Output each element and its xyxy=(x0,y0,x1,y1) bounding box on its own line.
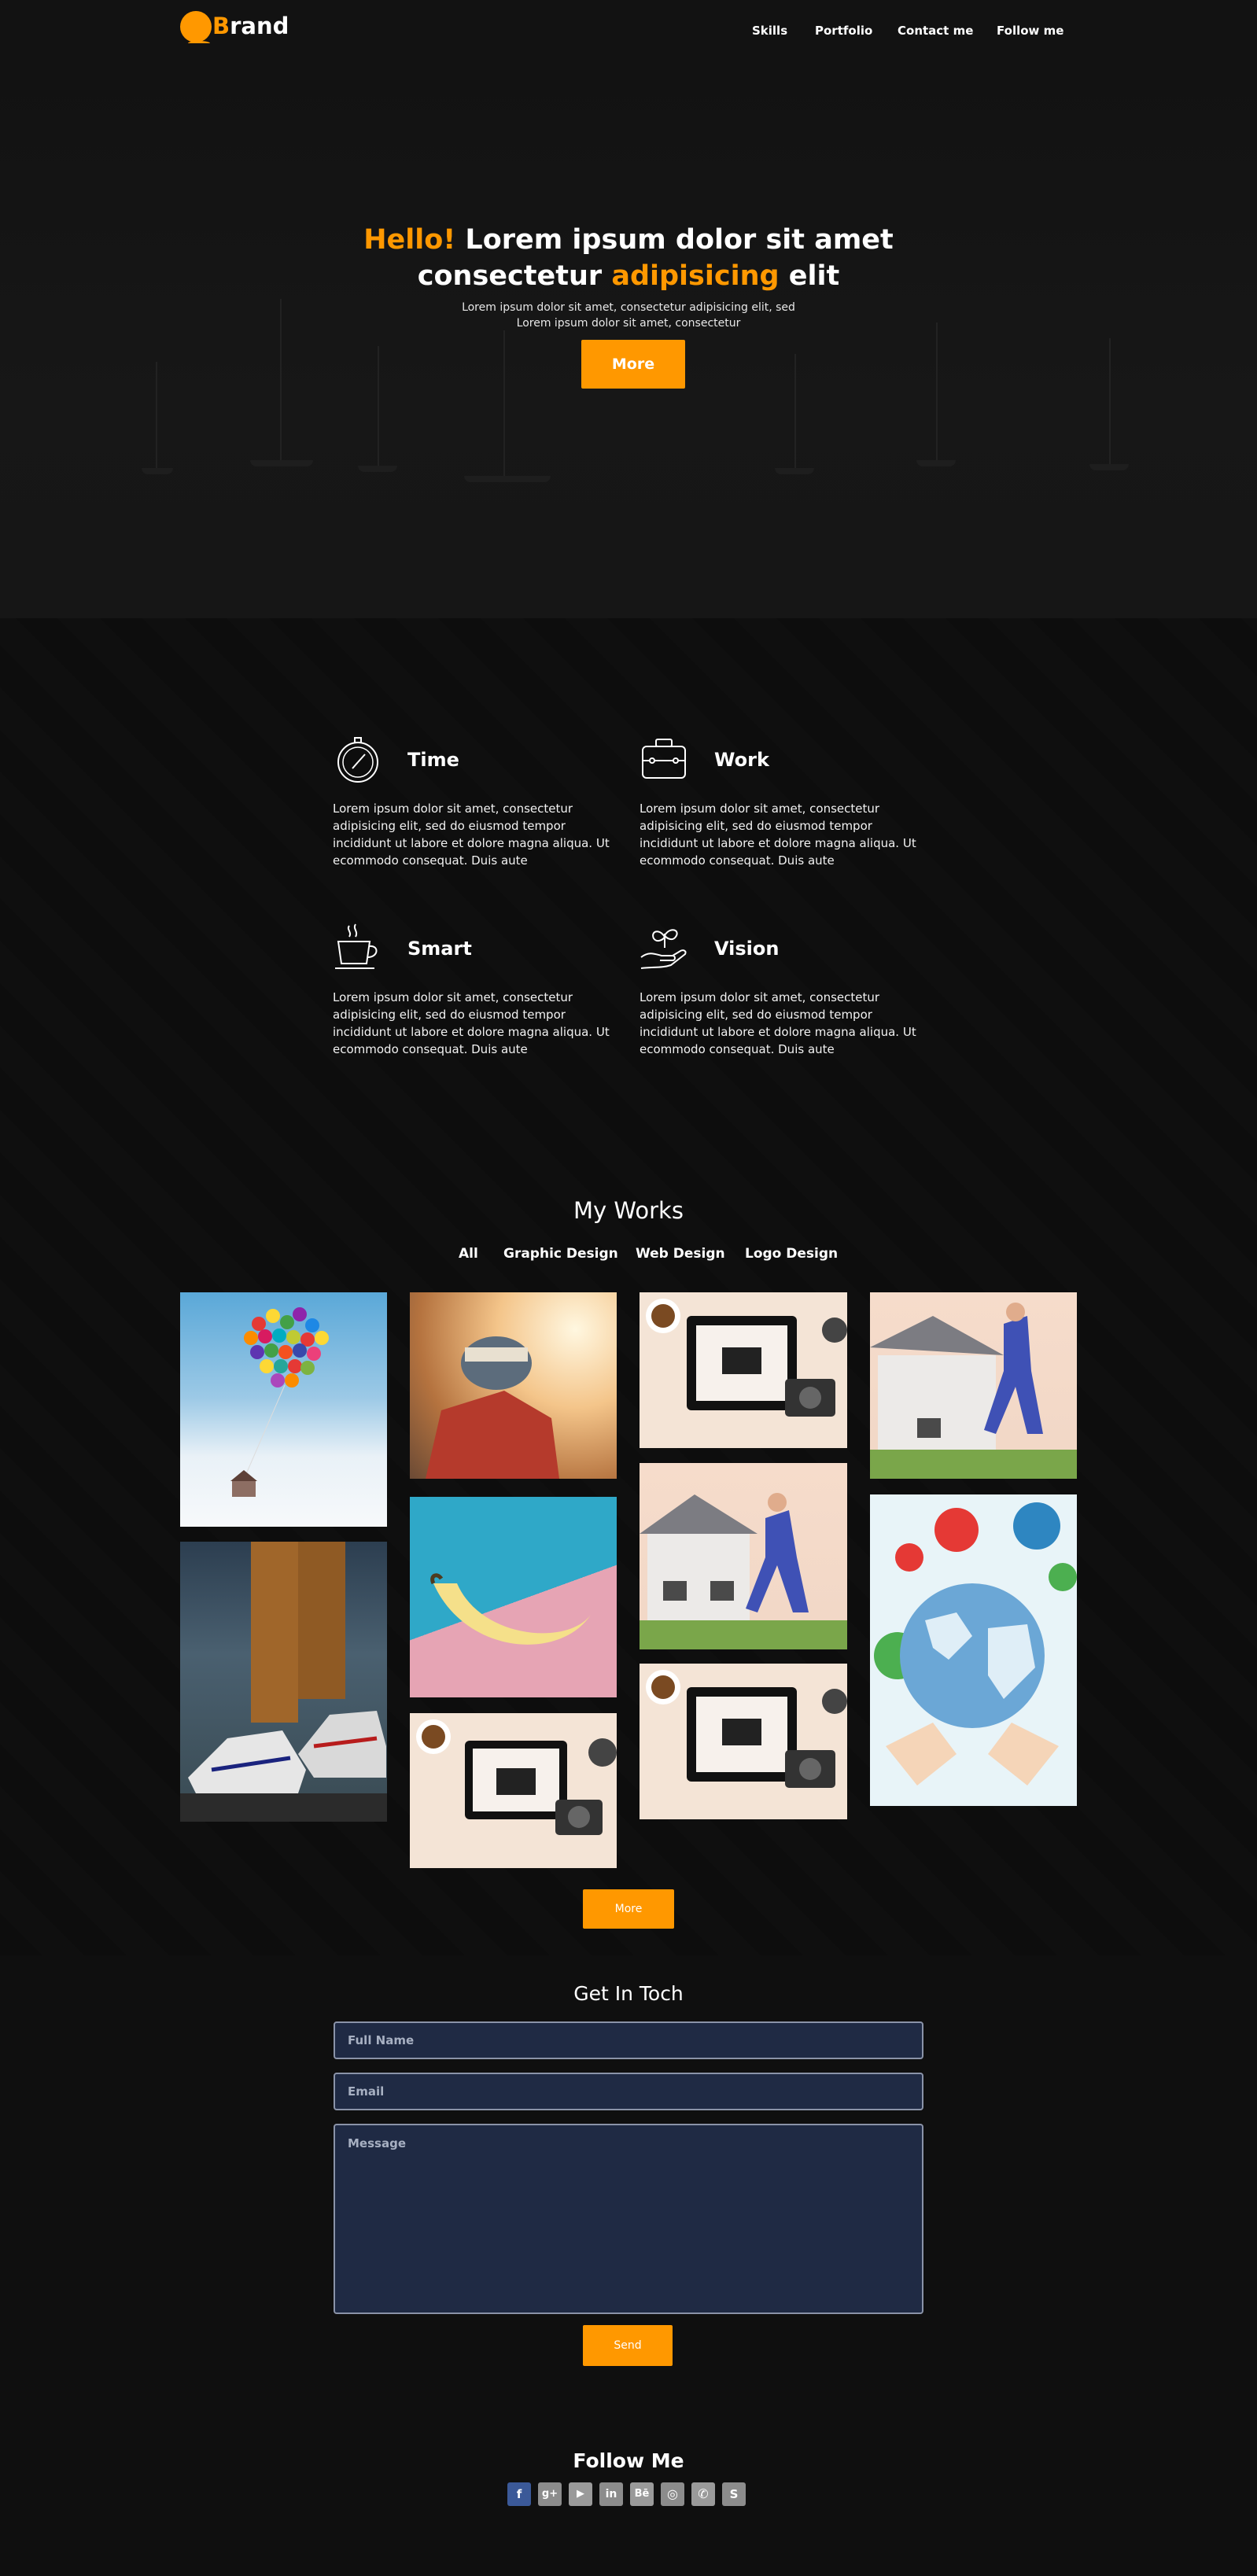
brand-logo-icon[interactable] xyxy=(180,11,212,42)
follow-title: Follow Me xyxy=(573,2449,684,2472)
plant-in-hand-icon xyxy=(640,929,687,969)
globe-network-image xyxy=(874,1502,1077,1786)
nav-link-portfolio[interactable]: Portfolio xyxy=(815,24,872,38)
skype-icon[interactable]: S xyxy=(722,2482,746,2506)
filter-graphic-design[interactable]: Graphic Design xyxy=(503,1246,618,1262)
tablet-camera-image xyxy=(646,1299,847,1417)
filter-web-design[interactable]: Web Design xyxy=(636,1246,725,1262)
feature-title-work: Work xyxy=(714,749,769,771)
feature-text-smart: Lorem ipsum dolor sit amet, consectetur … xyxy=(333,990,610,1056)
tablet-camera-image xyxy=(416,1719,617,1835)
facebook-icon[interactable]: f xyxy=(507,2482,531,2506)
portfolio-item[interactable] xyxy=(640,1463,847,1649)
hero-more-button[interactable]: More xyxy=(581,340,685,389)
works-title: My Works xyxy=(573,1197,684,1224)
brand-name[interactable]: Brand xyxy=(212,13,289,39)
feature-text-work: Lorem ipsum dolor sit amet, consectetur … xyxy=(640,802,916,868)
feature-text-vision: Lorem ipsum dolor sit amet, consectetur … xyxy=(640,990,916,1056)
feature-text-time: Lorem ipsum dolor sit amet, consectetur … xyxy=(333,802,610,868)
works-more-button[interactable]: More xyxy=(583,1889,674,1929)
fullname-field[interactable]: Full Name xyxy=(334,2021,923,2059)
feature-title-vision: Vision xyxy=(714,938,780,960)
portfolio-item[interactable] xyxy=(870,1292,1077,1479)
portfolio-item[interactable] xyxy=(640,1664,847,1819)
youtube-icon[interactable]: ▶ xyxy=(569,2482,592,2506)
portfolio-item[interactable] xyxy=(640,1292,847,1448)
nav-link-follow[interactable]: Follow me xyxy=(997,24,1063,38)
nav-link-skills[interactable]: Skills xyxy=(752,24,787,38)
portfolio-item[interactable] xyxy=(410,1497,617,1697)
portfolio-item[interactable] xyxy=(410,1292,617,1479)
filter-all[interactable]: All xyxy=(459,1246,478,1262)
message-field[interactable]: Message xyxy=(334,2124,923,2314)
sneakers-image xyxy=(180,1542,387,1822)
email-field[interactable]: Email xyxy=(334,2073,923,2110)
feature-title-time: Time xyxy=(407,749,459,771)
portfolio-item[interactable] xyxy=(410,1713,617,1868)
stopwatch-icon xyxy=(337,737,378,783)
filter-logo-design[interactable]: Logo Design xyxy=(745,1246,838,1262)
portfolio-item[interactable] xyxy=(870,1494,1077,1806)
briefcase-icon xyxy=(642,739,686,779)
balloon-house-image xyxy=(230,1307,329,1497)
hero-title: Hello! Lorem ipsum dolor sit amet consec… xyxy=(363,224,894,292)
linkedin-icon[interactable]: in xyxy=(599,2482,623,2506)
portfolio-item[interactable] xyxy=(180,1542,387,1822)
nav-link-contact[interactable]: Contact me xyxy=(898,24,973,38)
feature-title-smart: Smart xyxy=(407,938,472,960)
whatsapp-icon[interactable]: ✆ xyxy=(691,2482,715,2506)
jumping-man-image xyxy=(870,1303,1077,1479)
hero-subtitle: Lorem ipsum dolor sit amet, consectetur … xyxy=(462,301,795,330)
banana-image xyxy=(430,1573,591,1645)
tablet-camera-image xyxy=(646,1670,847,1788)
send-button[interactable]: Send xyxy=(583,2325,673,2366)
contact-title: Get In Toch xyxy=(573,1982,684,2005)
google-plus-icon[interactable]: g+ xyxy=(538,2482,562,2506)
brand-logo-wave xyxy=(188,41,210,46)
jumping-man-image xyxy=(640,1493,847,1649)
cap-person-image xyxy=(426,1336,559,1479)
behance-icon[interactable]: Bē xyxy=(630,2482,654,2506)
coffee-cup-icon xyxy=(335,923,378,969)
portfolio-item[interactable] xyxy=(180,1292,387,1527)
dribbble-icon[interactable]: ◎ xyxy=(661,2482,684,2506)
